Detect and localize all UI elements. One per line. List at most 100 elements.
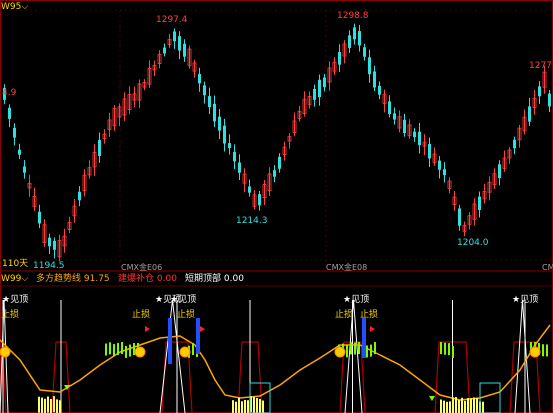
green-bar	[129, 344, 131, 357]
price-chart-canvas[interactable]	[0, 0, 553, 413]
left-price-label: 4.9	[2, 88, 17, 98]
green-bar	[452, 345, 454, 358]
axis-mark-2: CMX金E08	[326, 263, 368, 272]
sun-icon	[179, 346, 191, 358]
candle-body	[413, 131, 416, 138]
candle-body	[388, 101, 391, 115]
green-bar	[358, 342, 360, 355]
candle-body	[233, 151, 236, 162]
axis-mark-3: CM	[542, 263, 553, 272]
candle-body	[53, 240, 56, 250]
arrow-down-icon	[429, 396, 435, 401]
candle-body	[23, 166, 26, 173]
candle-body	[323, 77, 326, 88]
chevron-down-icon: ⌵	[21, 2, 29, 12]
candle-body	[318, 79, 321, 98]
yellow-bar	[47, 396, 49, 413]
indicator-value: 91.75	[83, 274, 110, 284]
candle-body	[443, 169, 446, 176]
yellow-bar	[41, 397, 43, 413]
candle-body	[348, 35, 351, 48]
sun-icon	[334, 346, 346, 358]
candle-body	[358, 31, 361, 46]
green-bar	[444, 342, 446, 355]
green-bar	[542, 344, 544, 357]
candle-body	[428, 143, 431, 159]
stop-label-5: 止损	[360, 310, 379, 320]
green-bar	[546, 344, 548, 357]
candle-body	[368, 57, 371, 75]
blue-bar	[196, 318, 200, 354]
candle-body	[513, 139, 516, 149]
green-bar	[354, 342, 356, 355]
flag-icon	[145, 326, 150, 332]
sun-icon	[134, 346, 146, 358]
green-bar	[113, 344, 115, 357]
yellow-bar	[253, 396, 255, 413]
candle-body	[183, 43, 186, 57]
green-bar	[192, 342, 194, 355]
candle-body	[173, 31, 176, 42]
blue-bar	[362, 318, 366, 358]
candle-body	[238, 162, 241, 173]
yellow-bar	[259, 399, 261, 413]
candle-body	[278, 156, 281, 169]
yellow-bar	[50, 398, 52, 413]
candle-body	[208, 96, 211, 108]
candle-body	[178, 36, 181, 51]
green-bar	[374, 342, 376, 355]
chevron-down-icon: ⌵	[21, 274, 29, 284]
indicator-value: 0.00	[156, 274, 177, 284]
yellow-bar	[452, 397, 454, 413]
yellow-bar	[467, 398, 469, 413]
candle-body	[78, 191, 81, 201]
green-bar	[346, 345, 348, 358]
axis-mark-1: CMX金E06	[121, 263, 163, 272]
indicator-trend: 多方趋势线 91.75	[36, 274, 110, 285]
indicator-name: 多方趋势线	[36, 274, 82, 284]
sun-icon	[529, 346, 541, 358]
candle-body	[313, 88, 316, 100]
green-bar	[370, 344, 372, 357]
candle-body	[548, 93, 551, 107]
yellow-bar	[256, 397, 258, 413]
chart-frame	[0, 0, 553, 413]
blue-bar	[168, 318, 172, 364]
symbol-selector-top[interactable]: W95⌵	[1, 2, 28, 13]
symbol-label: W99	[1, 274, 22, 284]
candle-body	[13, 127, 16, 138]
green-bar	[125, 345, 127, 358]
stop-label-2: 止损	[132, 310, 151, 320]
yellow-bar	[235, 401, 237, 413]
yellow-bar	[238, 397, 240, 413]
green-bar	[121, 342, 123, 355]
stop-label-4: 止损	[335, 310, 354, 320]
candle-body	[163, 47, 166, 54]
candle-body	[258, 194, 261, 206]
symbol-selector-bottom[interactable]: W99⌵	[1, 274, 28, 285]
yellow-bar	[56, 399, 58, 413]
green-bar	[440, 342, 442, 355]
yellow-bar	[476, 397, 478, 413]
candle-body	[228, 143, 231, 149]
yellow-bar	[455, 397, 457, 413]
yellow-bar	[59, 400, 61, 413]
green-bar	[109, 342, 111, 355]
candle-body	[528, 106, 531, 122]
candle-body	[198, 74, 201, 84]
candle-body	[248, 186, 251, 193]
candle-body	[18, 149, 21, 155]
indicator-rebuy: 建爆补仓 0.00	[118, 274, 177, 285]
yellow-bar	[458, 400, 460, 413]
flag-icon	[370, 326, 375, 332]
indicator-name: 建爆补仓	[118, 274, 155, 284]
trough-label-3: 1204.0	[457, 238, 489, 248]
candle-body	[478, 196, 481, 211]
candle-body	[48, 237, 51, 247]
candle-body	[213, 103, 216, 122]
period-label: 110天	[2, 259, 29, 269]
flag-icon	[200, 326, 205, 332]
candle-body	[538, 86, 541, 97]
candle-body	[498, 164, 501, 179]
candle-body	[418, 131, 421, 146]
